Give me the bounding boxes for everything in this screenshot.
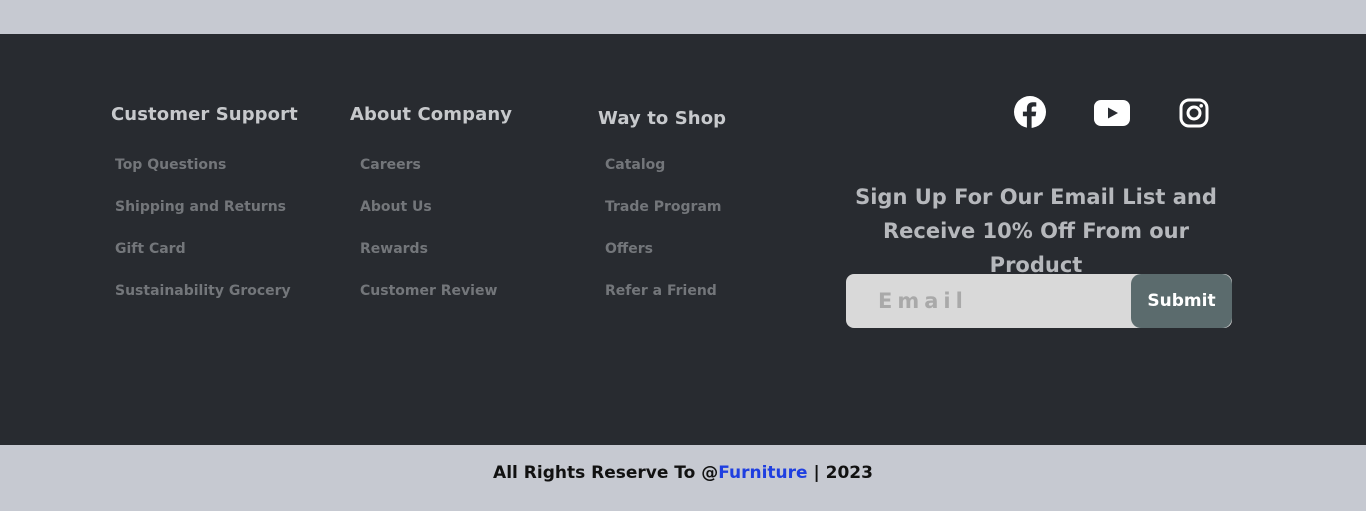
brand-link[interactable]: Furniture <box>718 463 807 483</box>
link-customer-review[interactable]: Customer Review <box>360 283 497 299</box>
customer-support-column: Customer Support Top Questions Shipping … <box>111 104 298 299</box>
instagram-icon[interactable] <box>1179 98 1209 128</box>
link-trade-program[interactable]: Trade Program <box>605 199 722 215</box>
copyright-bar: All Rights Reserve To @Furniture | 2023 <box>0 445 1366 511</box>
youtube-icon[interactable] <box>1094 100 1130 126</box>
link-offers[interactable]: Offers <box>605 241 653 257</box>
about-company-heading: About Company <box>350 104 513 125</box>
email-input[interactable] <box>846 274 1132 328</box>
signup-text: Sign Up For Our Email List and Receive 1… <box>836 180 1236 282</box>
way-to-shop-heading: Way to Shop <box>598 108 727 129</box>
copyright-text: All Rights Reserve To @Furniture | 2023 <box>0 463 1366 483</box>
link-sustainability-grocery[interactable]: Sustainability Grocery <box>115 283 291 299</box>
link-about-us[interactable]: About Us <box>360 199 432 215</box>
top-strip <box>0 0 1366 34</box>
about-company-column: About Company Careers About Us Rewards C… <box>350 104 513 299</box>
link-gift-card[interactable]: Gift Card <box>115 241 186 257</box>
copyright-prefix: All Rights Reserve To @ <box>493 463 719 483</box>
email-signup-form: Submit <box>846 274 1232 328</box>
link-refer-friend[interactable]: Refer a Friend <box>605 283 717 299</box>
link-rewards[interactable]: Rewards <box>360 241 428 257</box>
customer-support-heading: Customer Support <box>111 104 298 125</box>
way-to-shop-column: Way to Shop Catalog Trade Program Offers… <box>598 108 727 299</box>
link-top-questions[interactable]: Top Questions <box>115 157 226 173</box>
submit-button[interactable]: Submit <box>1131 274 1232 328</box>
link-catalog[interactable]: Catalog <box>605 157 665 173</box>
signup-line-1: Sign Up For Our Email List and <box>855 185 1217 209</box>
signup-line-2: Receive 10% Off From our Product <box>882 219 1189 277</box>
copyright-suffix: | 2023 <box>807 463 873 483</box>
link-shipping-returns[interactable]: Shipping and Returns <box>115 199 286 215</box>
link-careers[interactable]: Careers <box>360 157 421 173</box>
site-footer: Customer Support Top Questions Shipping … <box>0 34 1366 445</box>
facebook-icon[interactable] <box>1014 96 1046 128</box>
